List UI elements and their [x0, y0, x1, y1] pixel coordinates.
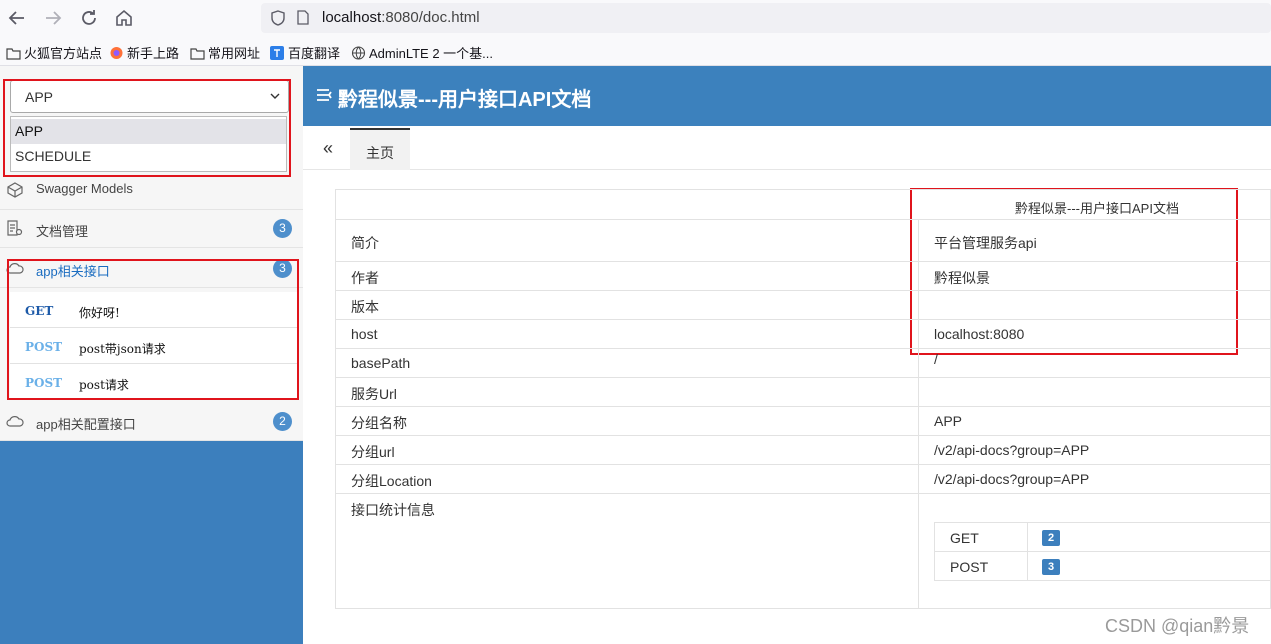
sidebar-item-doc-management[interactable]: 文档管理 3 [0, 208, 303, 248]
highlight-box [3, 79, 291, 177]
page-icon [297, 10, 309, 25]
count-badge: 3 [273, 219, 292, 238]
cloud-api-icon [6, 416, 24, 427]
browser-toolbar: localhost:8080/doc.html [0, 0, 1271, 36]
table-row: 分组url/v2/api-docs?group=APP [336, 436, 1271, 465]
table-row: 分组名称 APP [336, 407, 1271, 436]
app-header: 黔程似景---用户接口API文档 [303, 66, 1271, 126]
table-row: 服务Url [336, 378, 1271, 407]
highlight-box [7, 259, 299, 400]
table-row: 分组Location/v2/api-docs?group=APP [336, 465, 1271, 494]
sidebar-item-app-config-api[interactable]: app相关配置接口 2 [0, 401, 303, 441]
table-row: 简介 平台管理服务api [336, 220, 1271, 262]
folder-icon [190, 46, 205, 60]
page-title: 黔程似景---用户接口API文档 [338, 89, 592, 111]
table-row: basePath / [336, 349, 1271, 378]
watermark: CSDN @qian黔景 [1105, 616, 1250, 636]
home-icon[interactable] [112, 6, 136, 30]
firefox-icon [109, 46, 124, 60]
table-row: 版本 [336, 291, 1271, 320]
doc-gear-icon [7, 220, 23, 236]
collapse-icon[interactable]: « [323, 138, 333, 159]
bookmark-folder[interactable]: 火狐官方站点 [6, 43, 102, 62]
table-title-row: 黔程似景---用户接口API文档 [336, 190, 1271, 220]
api-stats-table: GET 2 POST 3 [934, 522, 1271, 581]
count-badge: 2 [1042, 530, 1060, 546]
doc-info-table: 黔程似景---用户接口API文档 简介 平台管理服务api 作者 黔程似景 版本 h… [335, 189, 1271, 609]
bookmarks-bar: 火狐官方站点 新手上路 常用网址 百度翻译 AdminLTE 2 一个基... [0, 36, 1271, 66]
bookmark-link[interactable]: 新手上路 [109, 43, 179, 62]
count-badge: 3 [1042, 559, 1060, 575]
table-row: host localhost:8080 [336, 320, 1271, 349]
stats-row: GET 2 [935, 523, 1271, 552]
table-title: 黔程似景---用户接口API文档 [1015, 201, 1179, 216]
url-bar[interactable]: localhost:8080/doc.html [261, 3, 1271, 33]
translate-icon [270, 46, 285, 60]
back-icon[interactable] [5, 6, 29, 30]
table-row: 作者 黔程似景 [336, 262, 1271, 291]
cube-icon [7, 182, 23, 198]
tab-bar: « 主页 [303, 126, 1271, 170]
stats-row: POST 3 [935, 552, 1271, 581]
count-badge: 2 [273, 412, 292, 431]
forward-icon[interactable] [41, 6, 65, 30]
tab-home[interactable]: 主页 [350, 128, 410, 170]
globe-icon [351, 46, 366, 60]
menu-toggle-icon[interactable] [316, 86, 334, 104]
bookmark-folder[interactable]: 常用网址 [190, 43, 260, 62]
url-text: localhost:8080/doc.html [322, 9, 480, 26]
folder-icon [6, 46, 21, 60]
bookmark-link[interactable]: AdminLTE 2 一个基... [351, 43, 493, 62]
bookmark-link[interactable]: 百度翻译 [270, 43, 340, 62]
reload-icon[interactable] [77, 6, 101, 30]
shield-icon[interactable] [271, 10, 285, 26]
